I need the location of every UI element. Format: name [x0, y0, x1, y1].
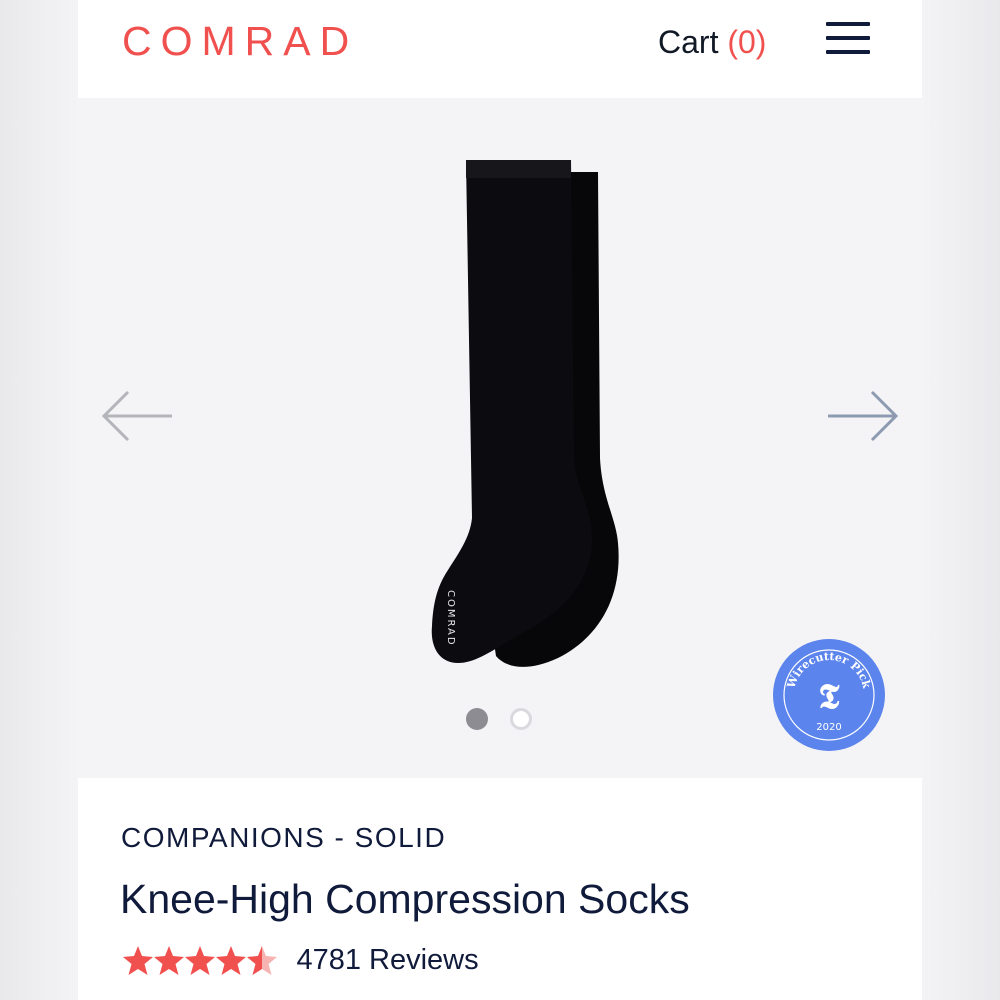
site-header: COMRAD Cart (0)	[78, 0, 922, 98]
hamburger-menu-icon[interactable]	[826, 20, 870, 56]
comrad-logo[interactable]: COMRAD	[122, 18, 358, 65]
product-title: Knee-High Compression Socks	[120, 876, 690, 922]
mobile-screen: COMRAD Cart (0) COMRAD Wirecutter Pick 𝕿…	[78, 0, 922, 1000]
nyt-t-logo: 𝕿	[819, 677, 840, 717]
cart-count: (0)	[727, 24, 767, 60]
badge-year-text: 2020	[816, 722, 841, 733]
page: COMRAD Cart (0) COMRAD Wirecutter Pick 𝕿…	[0, 0, 1000, 1000]
product-rating[interactable]: 4781 Reviews	[122, 944, 479, 984]
reviews-count-link[interactable]: 4781 Reviews	[296, 944, 478, 977]
carousel-dot-2[interactable]	[510, 708, 533, 730]
carousel-pagination	[466, 708, 550, 734]
product-image-carousel: COMRAD Wirecutter Pick 𝕿 2020	[78, 98, 922, 778]
sock-logo-text: COMRAD	[445, 590, 456, 647]
arrow-right-icon[interactable]	[822, 386, 902, 446]
wirecutter-pick-badge: Wirecutter Pick 𝕿 2020	[773, 639, 885, 751]
arrow-left-icon[interactable]	[98, 386, 178, 446]
star-rating-icon	[123, 945, 277, 975]
cart-label: Cart	[658, 24, 719, 60]
carousel-dot-1[interactable]	[466, 708, 488, 730]
cart-link[interactable]: Cart (0)	[658, 24, 766, 61]
product-info: COMPANIONS - SOLID Knee-High Compression…	[78, 778, 922, 1000]
product-image-sock: COMRAD	[431, 160, 619, 667]
product-collection: COMPANIONS - SOLID	[121, 822, 447, 853]
